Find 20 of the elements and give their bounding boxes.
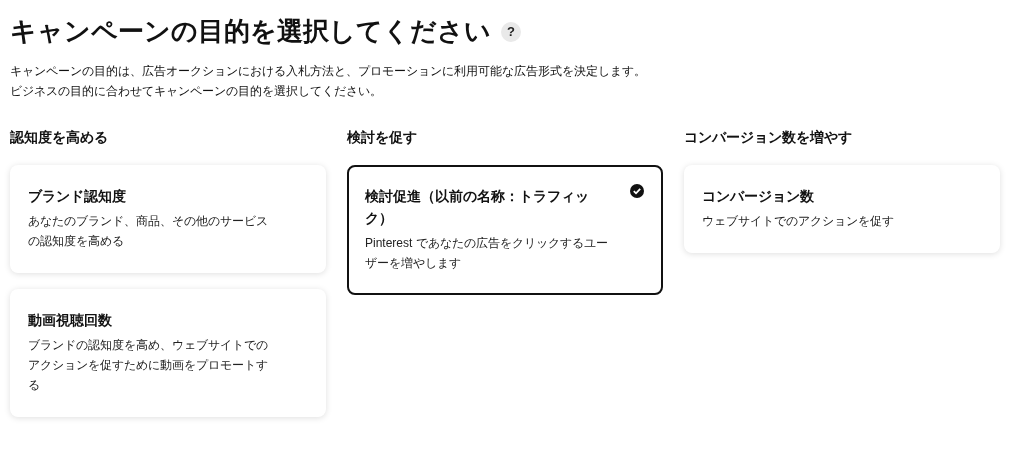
card-title: ブランド認知度 — [28, 187, 127, 206]
card-description: Pinterest であなたの広告をクリックするユーザーを増やします — [365, 235, 609, 272]
column-heading: 検討を促す — [347, 129, 418, 147]
card-title: コンバージョン数 — [702, 187, 815, 206]
objective-card[interactable]: ブランド認知度 あなたのブランド、商品、その他のサービスの認知度を高める — [10, 165, 326, 273]
objective-card[interactable]: 検討促進（以前の名称：トラフィック） Pinterest であなたの広告をクリックするユーザーを増やします — [347, 165, 663, 295]
description-text: キャンペーンの目的は、広告オークションにおける入札方法と、プロモーションに利用可能な広告形式を決定します。 — [10, 63, 647, 80]
card-description: あなたのブランド、商品、その他のサービスの認知度を高める — [28, 213, 269, 250]
description-text: ビジネスの目的に合わせてキャンペーンの目的を選択してください。 — [10, 83, 383, 100]
card-title: 検討促進（以前の名称：トラフィック） — [365, 187, 590, 228]
page-title: キャンペーンの目的を選択してください — [10, 15, 491, 48]
card-description: ウェブサイトでのアクションを促す — [702, 213, 895, 230]
card-description: ブランドの認知度を高め、ウェブサイトでのアクションを促すために動画をプロモートする — [28, 337, 269, 394]
column-heading: 認知度を高める — [10, 129, 109, 147]
check-icon — [629, 183, 645, 199]
help-button[interactable]: ? — [501, 21, 521, 42]
column-heading: コンバージョン数を増やす — [684, 129, 853, 147]
card-title: 動画視聴回数 — [28, 311, 113, 330]
objective-card[interactable]: コンバージョン数 ウェブサイトでのアクションを促す — [684, 165, 1000, 253]
objective-card[interactable]: 動画視聴回数 ブランドの認知度を高め、ウェブサイトでのアクションを促すために動画をプロモートする — [10, 289, 326, 417]
